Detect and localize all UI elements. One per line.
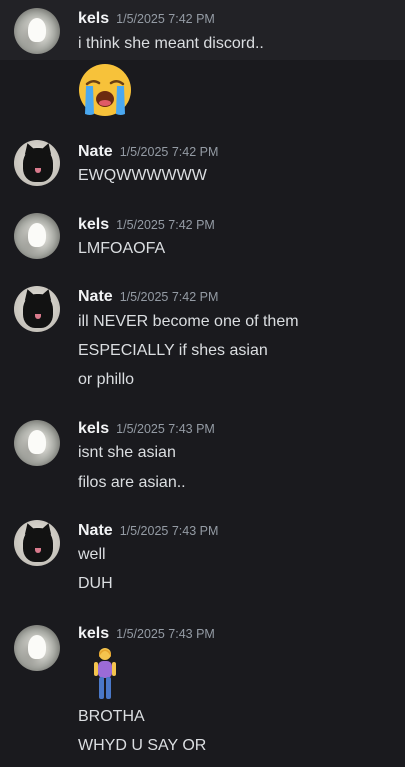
avatar-image: [23, 294, 53, 328]
timestamp: 1/5/2025 7:42 PM: [119, 290, 219, 304]
message-header: Nate 1/5/2025 7:42 PM: [78, 143, 218, 163]
timestamp: 1/5/2025 7:43 PM: [116, 627, 215, 641]
username[interactable]: kels: [78, 420, 109, 437]
message-header: Nate 1/5/2025 7:43 PM: [78, 522, 218, 542]
username[interactable]: kels: [78, 216, 109, 233]
timestamp: 1/5/2025 7:42 PM: [119, 145, 219, 159]
message-group[interactable]: Nate 1/5/2025 7:43 PM well DUH: [0, 514, 405, 604]
message-text: filos are asian..: [78, 474, 186, 491]
avatar-image: [23, 528, 53, 562]
timestamp: 1/5/2025 7:42 PM: [116, 12, 215, 26]
message-group[interactable]: Nate 1/5/2025 7:42 PM ill NEVER become on…: [0, 280, 405, 395]
timestamp: 1/5/2025 7:42 PM: [116, 218, 215, 232]
message-text: DUH: [78, 575, 113, 592]
loudly-crying-face-emoji: [79, 64, 131, 116]
avatar[interactable]: [14, 286, 60, 332]
message-group[interactable]: kels 1/5/2025 7:43 PM isnt she asian filo…: [0, 412, 405, 502]
avatar-image: [28, 223, 46, 247]
message-text: or phillo: [78, 371, 135, 388]
username[interactable]: kels: [78, 10, 109, 27]
message-group[interactable]: kels 1/5/2025 7:42 PM i think she meant d…: [0, 0, 405, 60]
message-text: i think she meant discord..: [78, 35, 264, 52]
message-text: ill NEVER become one of them: [78, 313, 299, 330]
message-group[interactable]: kels 1/5/2025 7:42 PM LMFOAOFA: [0, 207, 405, 267]
chat-message-list[interactable]: kels 1/5/2025 7:42 PM i think she meant d…: [0, 0, 405, 767]
avatar-image: [28, 430, 46, 454]
avatar[interactable]: [14, 420, 60, 466]
avatar-image: [28, 18, 46, 42]
message-header: kels 1/5/2025 7:43 PM: [78, 420, 215, 440]
avatar[interactable]: [14, 140, 60, 186]
message-header: kels 1/5/2025 7:42 PM: [78, 10, 215, 30]
message-text: isnt she asian: [78, 444, 176, 461]
username[interactable]: kels: [78, 625, 109, 642]
message-group[interactable]: kels 1/5/2025 7:43 PM BROTHA WHYD U SAY O…: [0, 617, 405, 762]
avatar[interactable]: [14, 8, 60, 54]
message-header: kels 1/5/2025 7:43 PM: [78, 625, 215, 645]
message-text: ESPECIALLY if shes asian: [78, 342, 268, 359]
avatar[interactable]: [14, 213, 60, 259]
message-text: BROTHA: [78, 708, 145, 725]
message-text: well: [78, 546, 106, 563]
person-standing-emoji: [94, 648, 116, 699]
avatar[interactable]: [14, 520, 60, 566]
message-group[interactable]: Nate 1/5/2025 7:42 PM EWQWWWWWW: [0, 134, 405, 194]
username[interactable]: Nate: [78, 522, 113, 539]
username[interactable]: Nate: [78, 143, 113, 160]
username[interactable]: Nate: [78, 288, 113, 305]
message-text: WHYD U SAY OR: [78, 737, 207, 754]
avatar-image: [28, 635, 46, 659]
avatar-image: [23, 148, 53, 182]
timestamp: 1/5/2025 7:43 PM: [116, 422, 215, 436]
message-text: LMFOAOFA: [78, 240, 166, 257]
message-header: Nate 1/5/2025 7:42 PM: [78, 288, 218, 308]
message-text: EWQWWWWWW: [78, 167, 207, 184]
message-header: kels 1/5/2025 7:42 PM: [78, 216, 215, 236]
timestamp: 1/5/2025 7:43 PM: [119, 524, 219, 538]
avatar[interactable]: [14, 625, 60, 671]
